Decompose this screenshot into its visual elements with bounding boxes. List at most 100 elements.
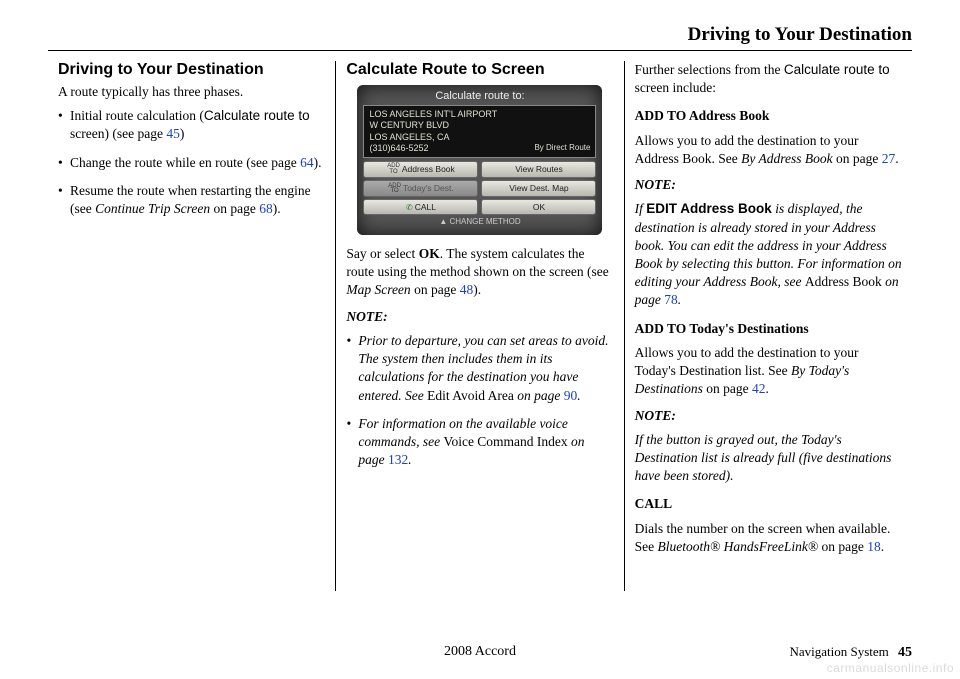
screen-name: Map Screen	[346, 282, 410, 297]
col2-heading: Calculate Route to Screen	[346, 61, 613, 79]
nav-row: ADDTOToday's Dest. View Dest. Map	[363, 180, 596, 197]
text: If	[635, 201, 647, 216]
nav-info-line: LOS ANGELES INT'L AIRPORT	[369, 109, 590, 120]
text: .	[766, 381, 769, 396]
list-item: Prior to departure, you can set areas to…	[346, 332, 613, 405]
text: Further selections from the	[635, 62, 784, 77]
nav-screen-title: Calculate route to:	[363, 90, 596, 102]
footer-label: Navigation System	[789, 644, 888, 659]
nav-btn-view-routes[interactable]: View Routes	[481, 161, 596, 178]
col1-heading: Driving to Your Destination	[58, 61, 325, 79]
nav-row: ✆CALL OK	[363, 199, 596, 215]
column-2: Calculate Route to Screen Calculate rout…	[335, 61, 623, 591]
text: ).	[473, 282, 481, 297]
ui-term: EDIT Address Book	[646, 201, 772, 216]
text: on page	[818, 539, 867, 554]
btn-label: Today's Dest.	[403, 183, 454, 193]
page-ref[interactable]: 78	[664, 292, 678, 307]
text: )	[180, 126, 185, 141]
text: ).	[314, 155, 322, 170]
footer-section: Navigation System 45	[789, 644, 912, 661]
page-ref[interactable]: 27	[882, 151, 896, 166]
page-ref[interactable]: 64	[300, 155, 314, 170]
ui-term: Address Book	[805, 274, 882, 289]
list-item: Initial route calculation (Calculate rou…	[58, 107, 325, 143]
page-footer: 2008 Accord Navigation System 45	[48, 644, 912, 661]
text: on page	[411, 282, 460, 297]
nav-btn-call[interactable]: ✆CALL	[363, 199, 478, 215]
nav-row: ADDTOAddress Book View Routes	[363, 161, 596, 178]
list-item: For information on the available voice c…	[346, 415, 613, 470]
page-ref[interactable]: 132	[388, 452, 408, 467]
page-ref[interactable]: 42	[752, 381, 766, 396]
addto-today-heading: ADD TO Today's Destinations	[635, 320, 902, 338]
nav-btn-ok[interactable]: OK	[481, 199, 596, 215]
text: .	[881, 539, 884, 554]
btn-label: Address Book	[402, 164, 455, 174]
nav-screen-footer: ▲ CHANGE METHOD	[363, 217, 596, 226]
text: ).	[273, 201, 281, 216]
nav-info-line: W CENTURY BLVD	[369, 120, 590, 131]
page-header: Driving to Your Destination	[48, 24, 912, 51]
nav-phone: (310)646-5252	[369, 143, 428, 153]
btn-label: CALL	[415, 202, 436, 212]
text: on page	[514, 388, 564, 403]
nav-btn-view-dest-map[interactable]: View Dest. Map	[481, 180, 596, 197]
page-ref[interactable]: 90	[564, 388, 578, 403]
nav-route-method: By Direct Route	[534, 143, 590, 153]
text: on page	[703, 381, 752, 396]
addto-addressbook-text: Allows you to add the destination to you…	[635, 132, 902, 168]
nav-info-line: LOS ANGELES, CA	[369, 132, 590, 143]
phone-icon: ✆	[406, 203, 413, 212]
column-3: Further selections from the Calculate ro…	[624, 61, 912, 591]
page-ref[interactable]: 18	[867, 539, 881, 554]
note-today-full: If the button is grayed out, the Today's…	[635, 431, 902, 486]
page-number: 45	[898, 645, 912, 660]
text: on page	[210, 201, 259, 216]
ui-term: Edit Avoid Area	[427, 388, 514, 403]
screen-name: Continue Trip Screen	[95, 201, 210, 216]
list-item: Change the route while en route (see pag…	[58, 154, 325, 172]
note-edit-addressbook: If EDIT Address Book is displayed, the d…	[635, 200, 902, 309]
nav-btn-todays-dest[interactable]: ADDTOToday's Dest.	[363, 180, 478, 197]
column-1: Driving to Your Destination A route typi…	[48, 61, 335, 591]
text: .	[895, 151, 898, 166]
ui-term: Voice Command Index	[443, 434, 567, 449]
text: .	[678, 292, 681, 307]
ui-term: Calculate route to	[204, 108, 310, 123]
col2-paragraph: Say or select OK. The system calculates …	[346, 245, 613, 300]
page-ref[interactable]: 68	[259, 201, 273, 216]
col3-intro: Further selections from the Calculate ro…	[635, 61, 902, 97]
header-title: Driving to Your Destination	[688, 24, 912, 45]
screen-name: By Address Book	[741, 151, 832, 166]
call-text: Dials the number on the screen when avai…	[635, 520, 902, 556]
watermark: carmanualsonline.info	[827, 661, 954, 675]
list-item: Resume the route when restarting the eng…	[58, 182, 325, 218]
col1-list: Initial route calculation (Calculate rou…	[58, 107, 325, 218]
note-label: NOTE:	[346, 308, 613, 326]
ui-term: Calculate route to	[784, 62, 890, 77]
col1-intro: A route typically has three phases.	[58, 83, 325, 101]
text: Change the route while en route (see pag…	[70, 155, 300, 170]
text: Say or select	[346, 246, 418, 261]
addto-icon: ADDTO	[387, 164, 400, 175]
text: .	[577, 388, 580, 403]
addto-icon: ADDTO	[388, 184, 401, 195]
addto-today-text: Allows you to add the destination to you…	[635, 344, 902, 399]
note-label: NOTE:	[635, 176, 902, 194]
page-ref[interactable]: 48	[460, 282, 474, 297]
text: on page	[833, 151, 882, 166]
nav-screen-info: LOS ANGELES INT'L AIRPORT W CENTURY BLVD…	[363, 105, 596, 158]
page-ref[interactable]: 45	[166, 126, 180, 141]
text: screen include:	[635, 80, 716, 95]
text: screen) (see page	[70, 126, 166, 141]
call-heading: CALL	[635, 495, 902, 513]
nav-btn-address-book[interactable]: ADDTOAddress Book	[363, 161, 478, 178]
col2-notes: Prior to departure, you can set areas to…	[346, 332, 613, 470]
content-columns: Driving to Your Destination A route typi…	[48, 61, 912, 591]
ok-term: OK	[419, 246, 440, 261]
text: .	[408, 452, 411, 467]
text: Initial route calculation (	[70, 108, 204, 123]
nav-screen-figure: Calculate route to: LOS ANGELES INT'L AI…	[357, 85, 602, 235]
addto-addressbook-heading: ADD TO Address Book	[635, 107, 902, 125]
